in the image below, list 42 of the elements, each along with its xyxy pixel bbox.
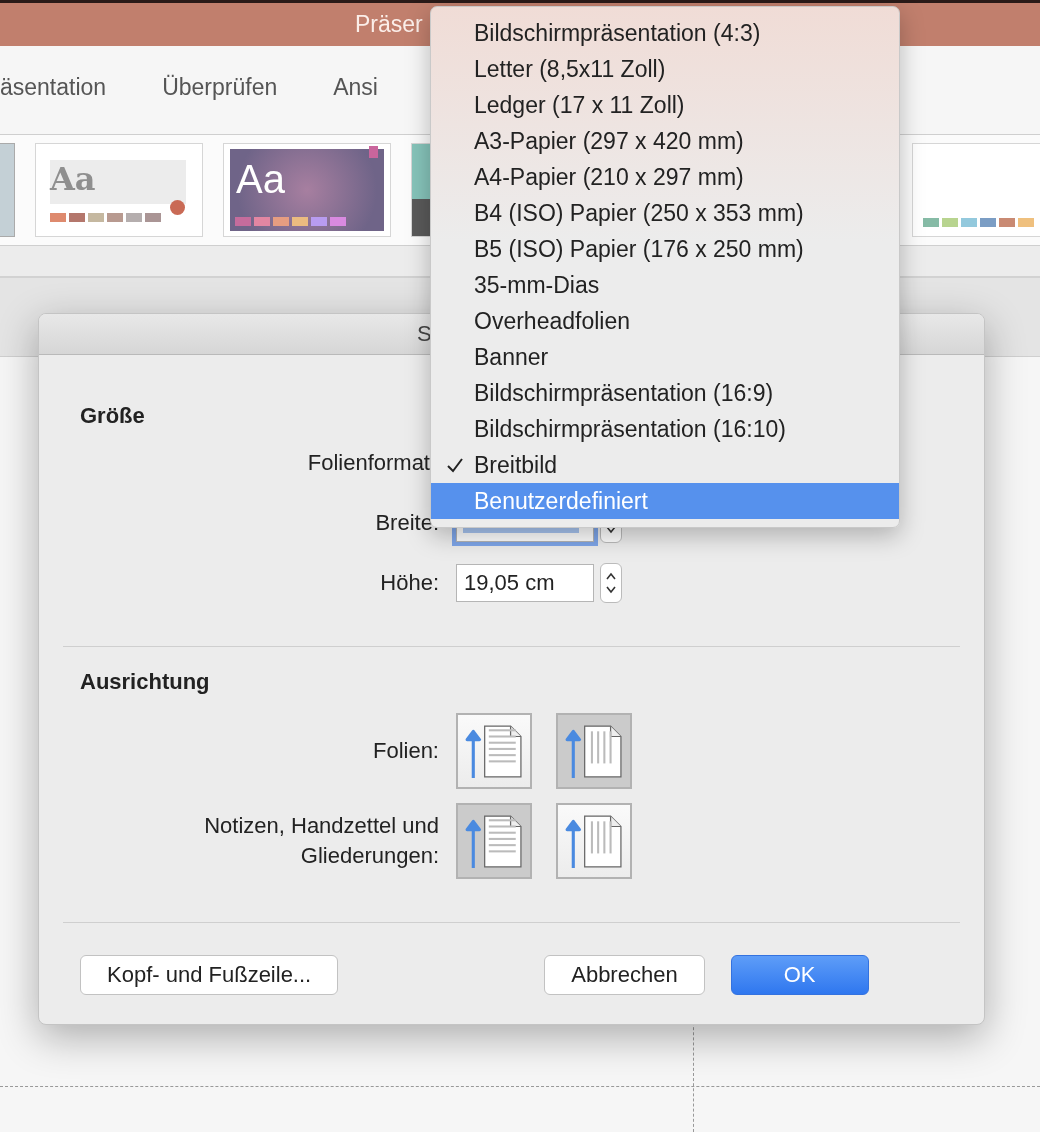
menu-item[interactable]: Bildschirmpräsentation (16:9) bbox=[431, 375, 899, 411]
checkmark-icon bbox=[445, 456, 464, 474]
sample-text: Aa bbox=[236, 157, 285, 202]
menu-item[interactable]: Bildschirmpräsentation (16:10) bbox=[431, 411, 899, 447]
menu-item[interactable]: A4-Papier (210 x 297 mm) bbox=[431, 159, 899, 195]
menu-item[interactable]: B5 (ISO) Papier (176 x 250 mm) bbox=[431, 231, 899, 267]
menu-item[interactable]: Letter (8,5x11 Zoll) bbox=[431, 51, 899, 87]
theme-thumbnail[interactable]: Aa bbox=[223, 143, 391, 237]
orientation-button[interactable] bbox=[456, 713, 532, 789]
height-field[interactable]: 19,05 cm bbox=[456, 564, 594, 602]
tab-mark bbox=[369, 146, 378, 158]
orientation-button[interactable] bbox=[456, 803, 532, 879]
field-label: Folien: bbox=[371, 737, 439, 765]
field-label: Höhe: bbox=[379, 570, 439, 596]
menu-item[interactable]: Ledger (17 x 11 Zoll) bbox=[431, 87, 899, 123]
menu-item[interactable]: 35-mm-Dias bbox=[431, 267, 899, 303]
field-label: Notizen, Handzettel und Gliederungen: bbox=[203, 812, 439, 870]
theme-thumbnail[interactable] bbox=[912, 143, 1040, 237]
orientation-icon bbox=[464, 812, 524, 870]
orientation-icon bbox=[564, 722, 624, 780]
menu-item[interactable]: Overheadfolien bbox=[431, 303, 899, 339]
menu-item[interactable]: Banner bbox=[431, 339, 899, 375]
ribbon-tab[interactable]: Ansi bbox=[333, 73, 378, 101]
menu-item[interactable]: Breitbild bbox=[431, 447, 899, 483]
dialog-button[interactable]: Kopf- und Fußzeile... bbox=[80, 955, 339, 995]
section-heading: Größe bbox=[79, 403, 146, 429]
orientation-icon bbox=[464, 722, 524, 780]
ribbon-tab[interactable]: Überprüfen bbox=[162, 73, 278, 101]
orientation-button[interactable] bbox=[556, 713, 632, 789]
dialog-title: S bbox=[417, 321, 432, 347]
menu-item[interactable]: Bildschirmpräsentation (4:3) bbox=[431, 15, 899, 51]
sample-text: Aa bbox=[50, 160, 96, 198]
stepper-icon[interactable] bbox=[600, 563, 622, 603]
field-label: Folienformat bbox=[306, 450, 430, 476]
orientation-icon bbox=[564, 812, 624, 870]
section-heading: Ausrichtung bbox=[79, 669, 211, 695]
menu-item[interactable]: A3-Papier (297 x 420 mm) bbox=[431, 123, 899, 159]
menu-item[interactable]: B4 (ISO) Papier (250 x 353 mm) bbox=[431, 195, 899, 231]
ribbon-tab[interactable]: äsentation bbox=[0, 73, 107, 101]
dialog-button[interactable]: Abbrechen bbox=[544, 955, 705, 995]
orientation-button[interactable] bbox=[556, 803, 632, 879]
window-title: Präser bbox=[355, 11, 423, 38]
